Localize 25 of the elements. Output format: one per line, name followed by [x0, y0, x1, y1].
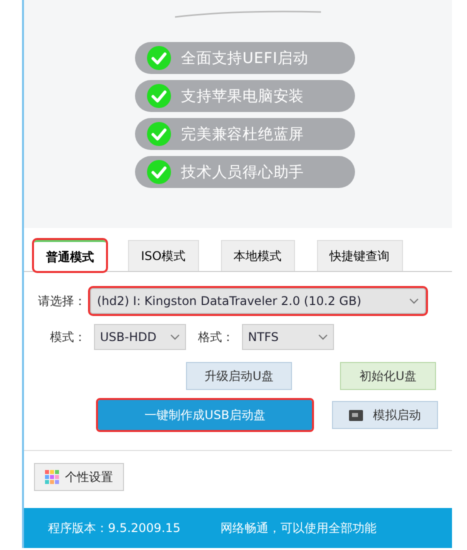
mode-dropdown[interactable]: USB-HDD	[94, 324, 186, 350]
tab[interactable]: 普通模式	[34, 240, 106, 271]
palette-grid-icon	[45, 470, 59, 484]
field-label: 请选择：	[38, 293, 86, 310]
feature-badge: 全面支持UEFI启动	[135, 42, 355, 74]
chevron-down-icon	[409, 298, 419, 304]
device-dropdown[interactable]: (hd2) I: Kingston DataTraveler 2.0 (10.2 GB)	[90, 288, 426, 314]
simulate-boot-button[interactable]: 模拟启动	[332, 401, 438, 429]
network-status: 网络畅通，可以使用全部功能	[220, 520, 377, 537]
version-text: 程序版本：9.5.2009.15	[48, 520, 181, 537]
field-label: 模式：	[50, 329, 86, 346]
initialize-button[interactable]: 初始化U盘	[340, 362, 436, 390]
field-label: 格式：	[198, 329, 234, 346]
settings-button[interactable]: 个性设置	[34, 463, 124, 491]
upgrade-button[interactable]: 升级启动U盘	[186, 362, 292, 390]
feature-badge: 技术人员得心助手	[135, 156, 355, 188]
chevron-down-icon	[318, 334, 328, 340]
tab[interactable]: 快捷键查询	[316, 240, 403, 271]
monitor-icon	[349, 410, 363, 420]
chevron-down-icon	[170, 334, 180, 340]
tab[interactable]: ISO模式	[128, 240, 199, 271]
feature-badge: 支持苹果电脑安装	[135, 80, 355, 112]
feature-badge: 完美兼容杜绝蓝屏	[135, 118, 355, 150]
format-dropdown[interactable]: NTFS	[242, 324, 334, 350]
tab[interactable]: 本地模式	[220, 240, 295, 271]
